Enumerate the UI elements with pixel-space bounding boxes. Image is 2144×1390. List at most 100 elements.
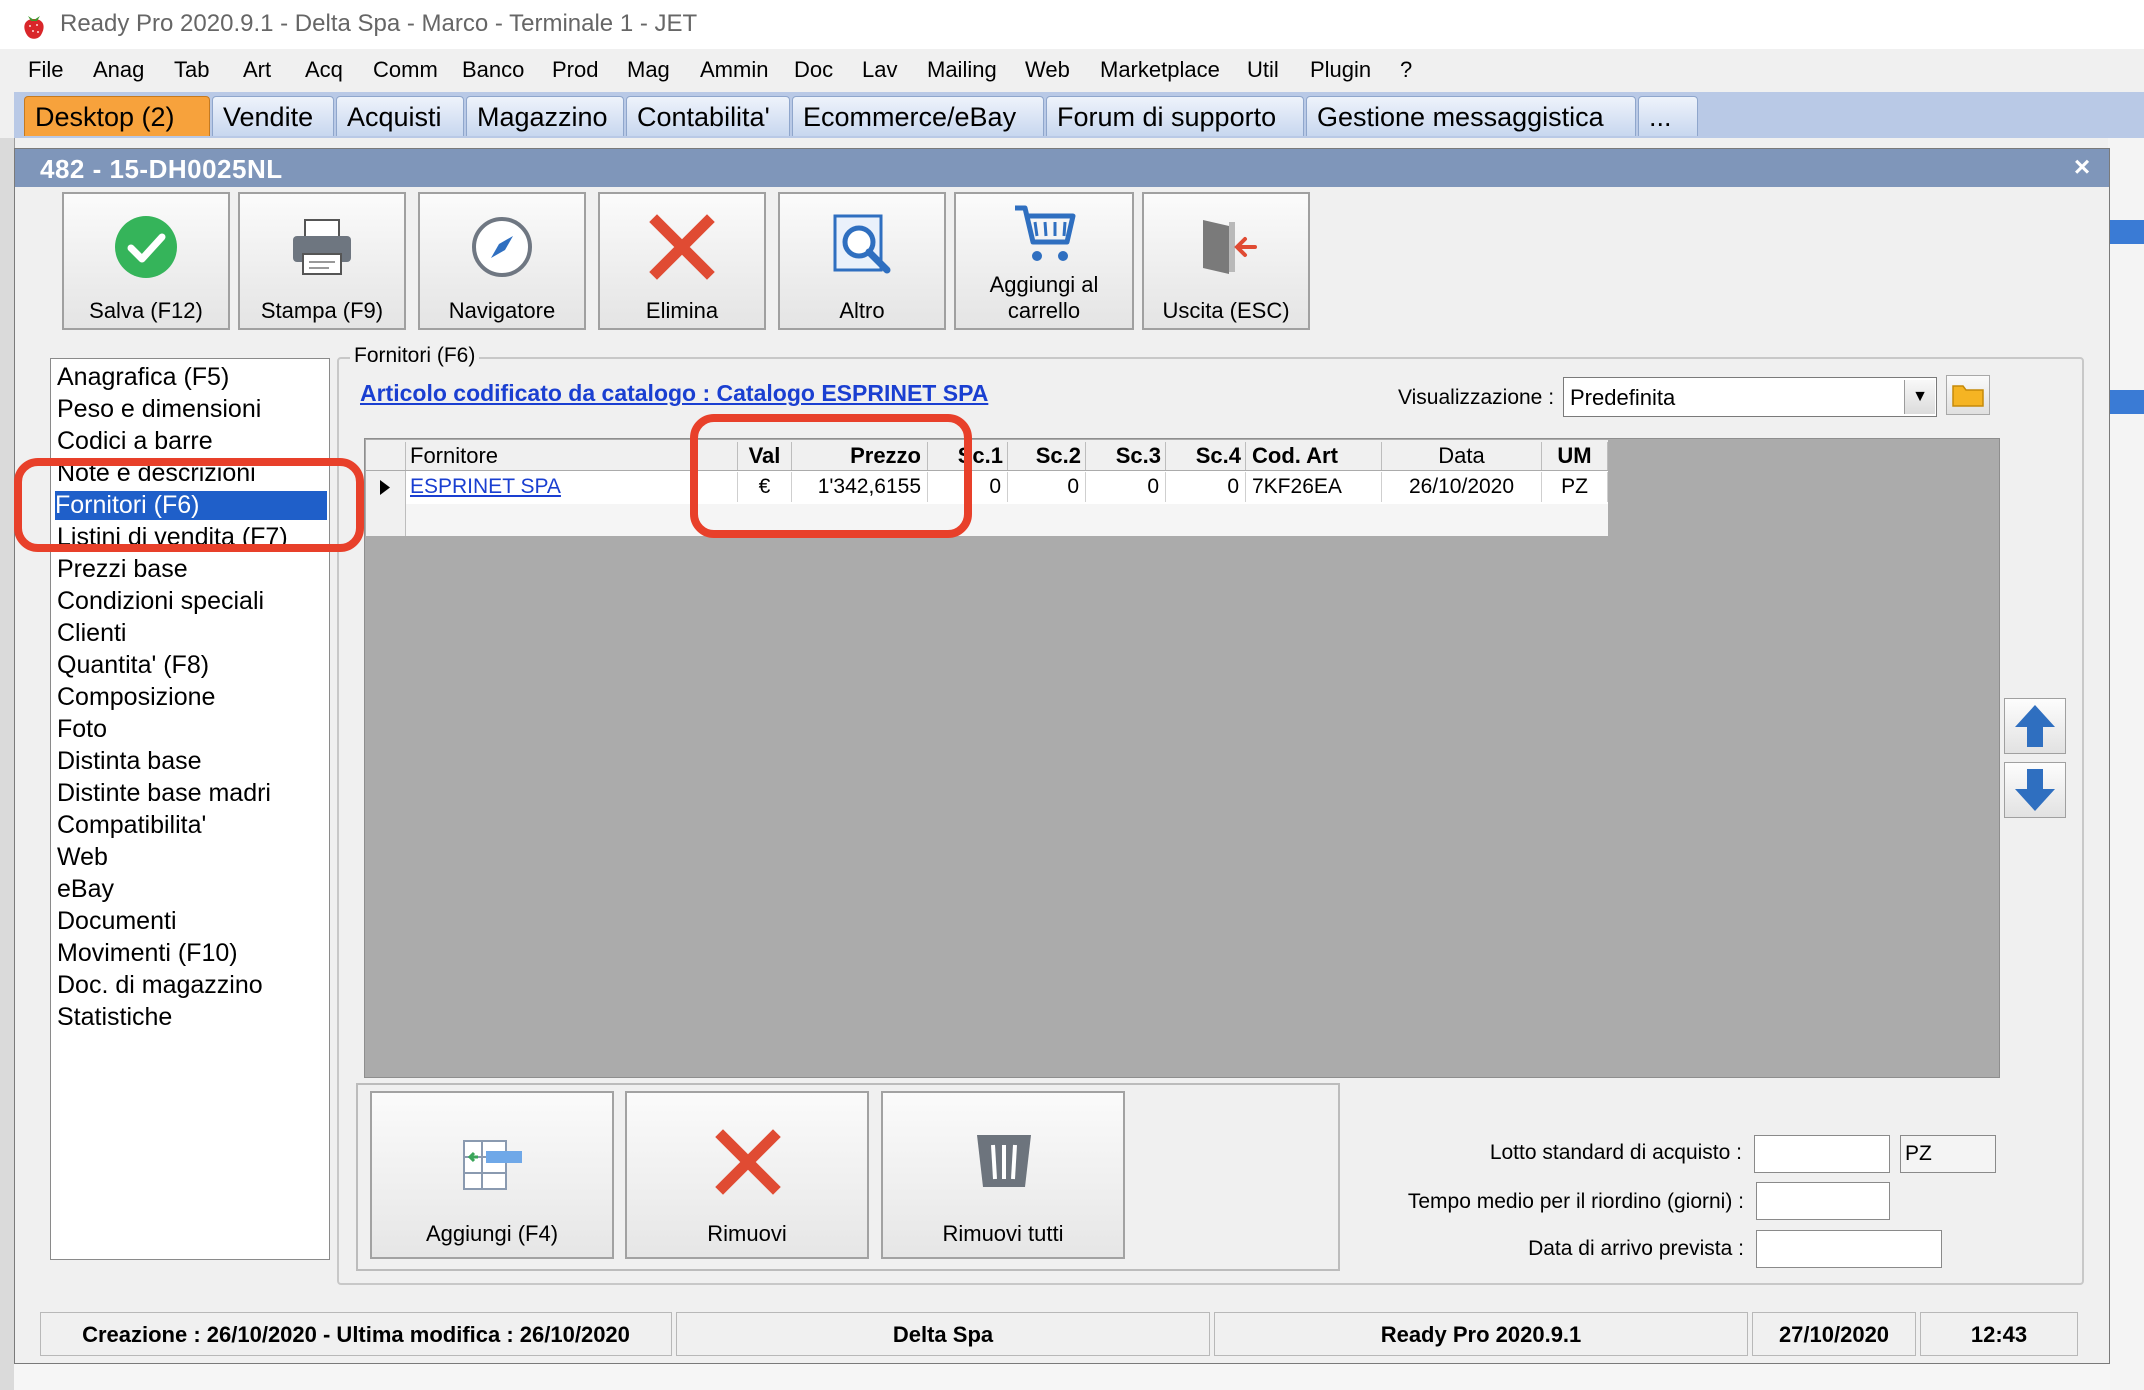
triangle-right-icon: [380, 480, 390, 495]
print-label: Stampa (F9): [260, 298, 384, 323]
nav-item-clienti[interactable]: Clienti: [57, 619, 126, 648]
col-header-sc2[interactable]: Sc.2: [1008, 442, 1086, 470]
other-button[interactable]: Altro: [778, 192, 946, 330]
background-area: [14, 1364, 2110, 1390]
menu-web[interactable]: Web: [1025, 57, 1070, 83]
reorder-input[interactable]: [1756, 1182, 1890, 1220]
nav-item-documenti[interactable]: Documenti: [57, 907, 177, 936]
tab-messaggistica[interactable]: Gestione messaggistica: [1306, 96, 1636, 136]
red-x-icon: [715, 1129, 781, 1195]
highlight-price: [690, 414, 972, 538]
menu-doc[interactable]: Doc: [794, 57, 833, 83]
cell-data[interactable]: 26/10/2020: [1382, 472, 1542, 502]
menu-mailing[interactable]: Mailing: [927, 57, 997, 83]
menu-prod[interactable]: Prod: [552, 57, 598, 83]
cell-sc3[interactable]: 0: [1086, 472, 1166, 502]
move-up-button[interactable]: [2004, 698, 2066, 754]
menu-util[interactable]: Util: [1247, 57, 1279, 83]
add-to-cart-button[interactable]: Aggiungi al carrello: [954, 192, 1134, 330]
folder-icon: [1952, 385, 1984, 407]
save-button[interactable]: Salva (F12): [62, 192, 230, 330]
menu-tab[interactable]: Tab: [174, 57, 209, 83]
tab-vendite[interactable]: Vendite: [212, 96, 334, 136]
nav-item-peso[interactable]: Peso e dimensioni: [57, 395, 261, 424]
cart-icon: [1015, 205, 1076, 261]
window-title: Ready Pro 2020.9.1 - Delta Spa - Marco -…: [60, 10, 698, 37]
tab-acquisti[interactable]: Acquisti: [336, 96, 464, 136]
cell-sc2[interactable]: 0: [1008, 472, 1086, 502]
exit-button[interactable]: Uscita (ESC): [1142, 192, 1310, 330]
cell-cod-art[interactable]: 7KF26EA: [1246, 472, 1382, 502]
nav-item-doc-magazzino[interactable]: Doc. di magazzino: [57, 971, 263, 1000]
nav-item-ebay[interactable]: eBay: [57, 875, 114, 904]
dialog-title-bar: [15, 149, 2109, 187]
nav-item-foto[interactable]: Foto: [57, 715, 107, 744]
arrival-label: Data di arrivo prevista :: [1528, 1237, 1744, 1260]
add-row-icon: [463, 1140, 522, 1190]
col-header-data[interactable]: Data: [1382, 442, 1542, 470]
chevron-down-icon[interactable]: ▼: [1904, 380, 1935, 414]
nav-item-quantita[interactable]: Quantita' (F8): [57, 651, 209, 680]
nav-item-prezzi-base[interactable]: Prezzi base: [57, 555, 188, 584]
menu-mag[interactable]: Mag: [627, 57, 670, 83]
menu-anag[interactable]: Anag: [93, 57, 144, 83]
folder-button[interactable]: [1946, 375, 1990, 415]
nav-item-statistiche[interactable]: Statistiche: [57, 1003, 172, 1032]
col-header-fornitore[interactable]: Fornitore: [406, 442, 738, 470]
tab-desktop[interactable]: Desktop (2): [24, 96, 210, 136]
exit-door-icon: [1203, 220, 1257, 274]
tab-more[interactable]: ...: [1638, 96, 1698, 136]
nav-item-condizioni[interactable]: Condizioni speciali: [57, 587, 264, 616]
arrival-input[interactable]: [1756, 1230, 1942, 1268]
menu-lav[interactable]: Lav: [862, 57, 897, 83]
delete-button[interactable]: Elimina: [598, 192, 766, 330]
nav-item-distinte-madri[interactable]: Distinte base madri: [57, 779, 271, 808]
navigator-button[interactable]: Navigatore: [418, 192, 586, 330]
menu-plugin[interactable]: Plugin: [1310, 57, 1371, 83]
highlight-fornitori: [14, 458, 364, 552]
menu-acq[interactable]: Acq: [305, 57, 343, 83]
print-button[interactable]: Stampa (F9): [238, 192, 406, 330]
menu-file[interactable]: File: [28, 57, 63, 83]
tab-forum[interactable]: Forum di supporto: [1046, 96, 1304, 136]
col-header-cod-art[interactable]: Cod. Art: [1246, 442, 1382, 470]
menu-help[interactable]: ?: [1400, 57, 1412, 83]
move-down-button[interactable]: [2004, 762, 2066, 818]
status-company: Delta Spa: [676, 1312, 1210, 1356]
col-header-sc4[interactable]: Sc.4: [1166, 442, 1246, 470]
add-to-cart-label-2: carrello: [1007, 298, 1081, 323]
nav-item-codici[interactable]: Codici a barre: [57, 427, 213, 456]
tab-ecommerce[interactable]: Ecommerce/eBay: [792, 96, 1044, 136]
table-row-empty[interactable]: [366, 504, 1608, 536]
nav-item-anagrafica[interactable]: Anagrafica (F5): [57, 363, 229, 392]
col-header-um[interactable]: UM: [1542, 442, 1608, 470]
nav-item-distinta-base[interactable]: Distinta base: [57, 747, 202, 776]
nav-item-movimenti[interactable]: Movimenti (F10): [57, 939, 238, 968]
close-icon[interactable]: ×: [2064, 150, 2100, 184]
nav-item-compatibilita[interactable]: Compatibilita': [57, 811, 206, 840]
nav-item-composizione[interactable]: Composizione: [57, 683, 215, 712]
cell-fornitore[interactable]: ESPRINET SPA: [406, 472, 738, 502]
menu-comm[interactable]: Comm: [373, 57, 438, 83]
menu-marketplace[interactable]: Marketplace: [1100, 57, 1220, 83]
cell-sc4[interactable]: 0: [1166, 472, 1246, 502]
lot-label: Lotto standard di acquisto :: [1489, 1141, 1742, 1164]
remove-row-button[interactable]: Rimuovi: [625, 1091, 869, 1259]
catalog-link[interactable]: Articolo codificato da catalogo : Catalo…: [360, 380, 988, 407]
remove-row-label: Rimuovi: [707, 1221, 787, 1246]
tab-magazzino[interactable]: Magazzino: [466, 96, 624, 136]
remove-all-button[interactable]: Rimuovi tutti: [881, 1091, 1125, 1259]
menu-ammin[interactable]: Ammin: [700, 57, 768, 83]
tab-contabilita[interactable]: Contabilita': [626, 96, 790, 136]
cell-um[interactable]: PZ: [1542, 472, 1608, 502]
menu-art[interactable]: Art: [243, 57, 271, 83]
arrow-up-icon: [2015, 705, 2055, 747]
compass-icon: [472, 217, 532, 277]
menu-banco[interactable]: Banco: [462, 57, 524, 83]
add-row-label: Aggiungi (F4): [425, 1221, 559, 1246]
add-row-button[interactable]: Aggiungi (F4): [370, 1091, 614, 1259]
lot-input[interactable]: [1754, 1135, 1890, 1173]
col-header-sc3[interactable]: Sc.3: [1086, 442, 1166, 470]
nav-item-web[interactable]: Web: [57, 843, 108, 872]
status-dates: Creazione : 26/10/2020 - Ultima modifica…: [40, 1312, 672, 1356]
